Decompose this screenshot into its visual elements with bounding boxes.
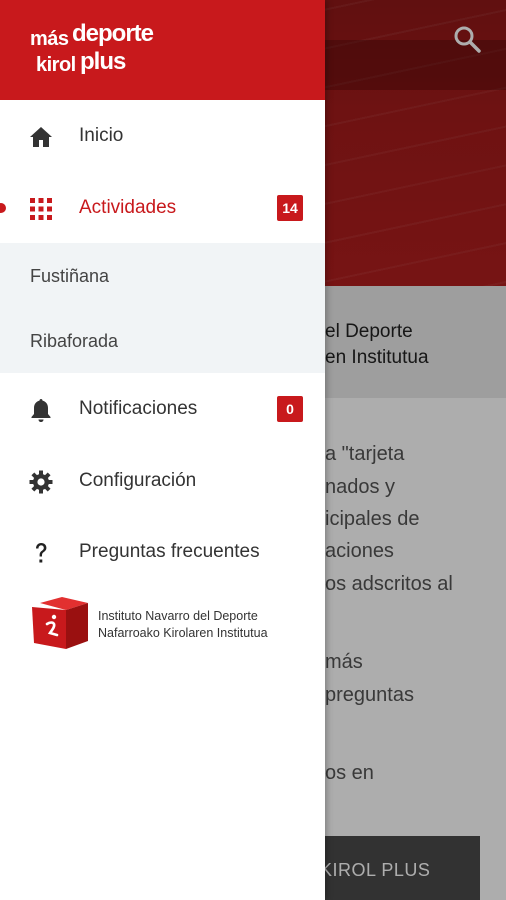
active-indicator — [0, 203, 6, 213]
actividades-submenu: Fustiñana Ribaforada — [0, 243, 325, 373]
nav-item-inicio[interactable]: Inicio — [0, 101, 325, 171]
ind-name-es: Instituto Navarro del Deporte — [98, 609, 258, 623]
logo-text-mas: más — [30, 28, 69, 50]
submenu-item-ribaforada[interactable]: Ribaforada — [30, 331, 118, 352]
nav-item-label: Notificaciones — [79, 398, 198, 419]
nav-item-preguntas-frecuentes[interactable]: Preguntas frecuentes — [0, 517, 325, 587]
nav-item-label: Preguntas frecuentes — [79, 541, 260, 562]
nav-item-label: Inicio — [79, 125, 124, 146]
submenu-item-fustinana[interactable]: Fustiñana — [30, 266, 109, 287]
drawer-header: más deporte kirol plus — [0, 0, 325, 100]
home-icon — [30, 127, 52, 147]
navigation-drawer: más deporte kirol plus Inicio Actividade… — [0, 0, 325, 900]
nav-item-label: Configuración — [79, 470, 197, 491]
grid-icon — [30, 198, 52, 220]
nav-item-notificaciones[interactable]: Notificaciones 0 — [0, 374, 325, 444]
ind-name-eu: Nafarroako Kirolaren Institutua — [98, 626, 268, 640]
actividades-count-badge: 14 — [277, 195, 303, 221]
notificaciones-count-badge: 0 — [277, 396, 303, 422]
ind-cube-icon — [32, 597, 88, 649]
question-icon — [36, 543, 47, 563]
logo-text-kirol: kirol — [36, 54, 76, 76]
instituto-navarro-deporte-logo: Instituto Navarro del Deporte Nafarroako… — [32, 597, 292, 649]
nav-item-configuracion[interactable]: Configuración — [0, 446, 325, 516]
nav-item-label: Actividades — [79, 197, 177, 218]
logo-text-deporte: deporte — [72, 20, 154, 47]
gear-icon — [29, 470, 53, 494]
bell-icon — [31, 399, 51, 422]
mas-deporte-kirol-plus-logo: más deporte kirol plus — [30, 20, 154, 86]
logo-text-plus: plus — [80, 48, 126, 75]
nav-item-actividades[interactable]: Actividades 14 — [0, 173, 325, 243]
